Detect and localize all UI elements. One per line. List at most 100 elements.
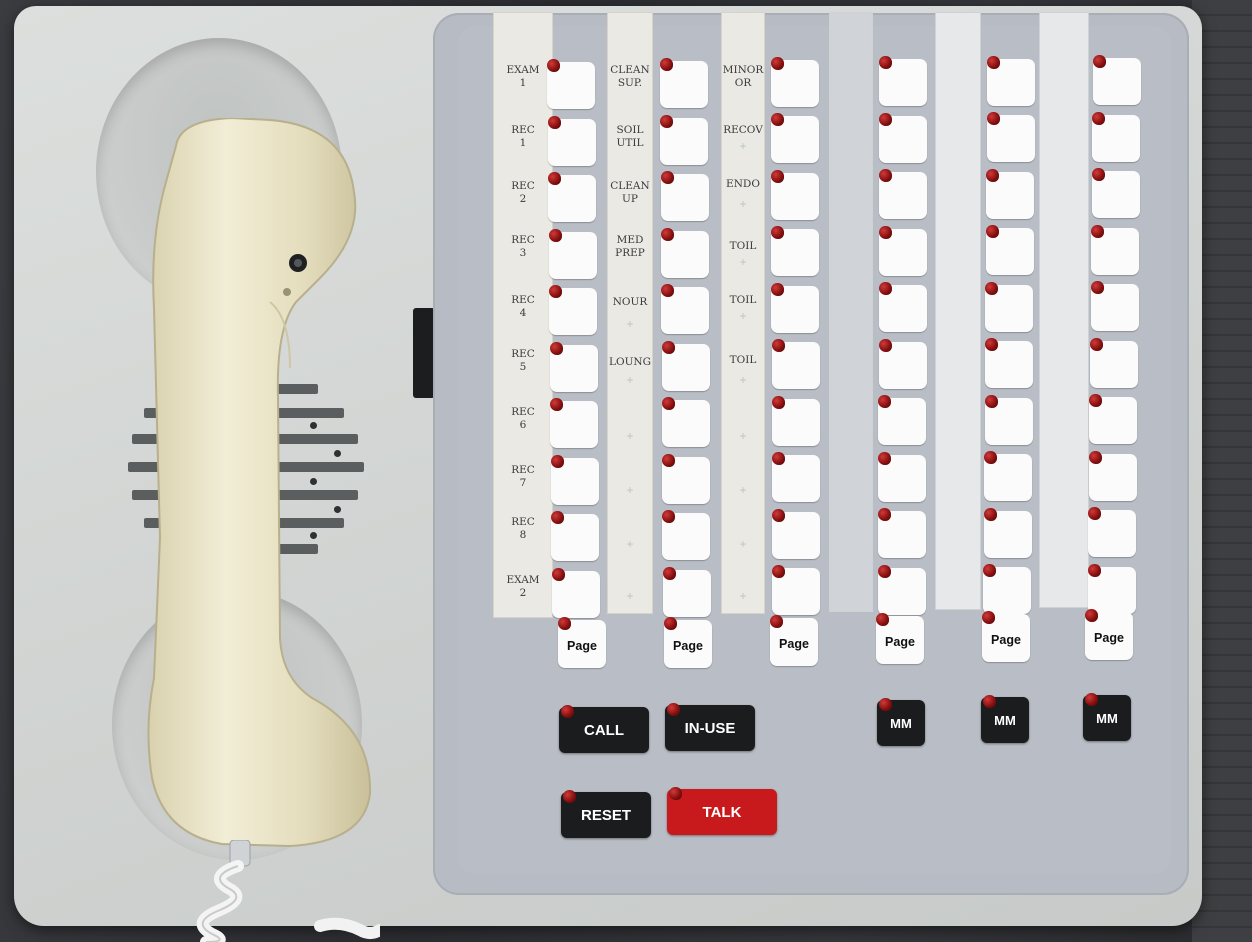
station-call-key[interactable] — [879, 56, 927, 107]
indicator-led — [771, 339, 785, 353]
station-call-key[interactable] — [548, 172, 596, 222]
station-label-toil: TOIL — [729, 240, 757, 252]
station-call-key[interactable] — [661, 397, 710, 448]
telephone-handset[interactable] — [140, 118, 380, 848]
station-call-key[interactable] — [547, 59, 595, 109]
page-key-5[interactable]: Page — [982, 611, 1030, 662]
station-call-key[interactable] — [987, 55, 1035, 106]
station-call-key[interactable] — [551, 511, 599, 561]
station-call-key[interactable] — [547, 115, 596, 166]
station-call-key[interactable] — [771, 282, 820, 333]
station-call-key[interactable] — [660, 227, 709, 278]
indicator-led — [1090, 281, 1104, 294]
station-call-key[interactable] — [1088, 450, 1137, 501]
page-key-3[interactable]: Page — [770, 615, 818, 666]
station-call-key[interactable] — [771, 113, 820, 164]
station-call-key[interactable] — [550, 454, 599, 505]
station-call-key[interactable] — [771, 452, 820, 503]
indicator-led — [878, 508, 892, 522]
page-key-1[interactable]: Page — [558, 617, 606, 668]
station-call-key[interactable] — [662, 566, 711, 617]
indicator-led — [878, 338, 892, 352]
station-call-key[interactable] — [1089, 394, 1138, 444]
indicator-led — [661, 340, 675, 354]
station-call-key[interactable] — [551, 567, 600, 618]
mm-button-label: MM — [1096, 710, 1118, 726]
reset-button-label: RESET — [580, 806, 631, 824]
station-call-key[interactable] — [1088, 507, 1137, 557]
indicator-led — [1088, 450, 1102, 464]
call-button[interactable]: CALL — [559, 705, 649, 753]
station-label-minor-or: MINOR OR — [722, 64, 764, 89]
station-call-key[interactable] — [1090, 281, 1139, 331]
station-call-key[interactable] — [983, 507, 1032, 558]
station-call-key[interactable] — [985, 281, 1034, 332]
station-call-key[interactable] — [771, 56, 819, 107]
station-call-key[interactable] — [1091, 168, 1140, 218]
station-call-key[interactable] — [771, 339, 820, 390]
station-call-key[interactable] — [878, 395, 927, 446]
station-call-key[interactable] — [878, 225, 927, 276]
station-label-exam-1: EXAM 1 — [506, 64, 540, 89]
hook-switch[interactable] — [413, 308, 435, 398]
station-call-key[interactable] — [878, 338, 927, 389]
station-call-key[interactable] — [983, 564, 1032, 615]
station-call-key[interactable] — [661, 340, 710, 391]
station-call-key[interactable] — [878, 508, 927, 559]
station-call-key[interactable] — [878, 451, 927, 502]
station-call-key[interactable] — [660, 114, 709, 165]
station-call-key[interactable] — [550, 398, 598, 448]
station-call-key[interactable] — [878, 564, 927, 615]
station-call-key[interactable] — [661, 284, 710, 335]
station-call-key[interactable] — [986, 168, 1035, 219]
station-call-key[interactable] — [984, 394, 1033, 445]
in-use-button[interactable]: IN-USE — [665, 703, 755, 751]
indicator-led — [661, 284, 675, 298]
indicator-led — [551, 511, 564, 524]
station-label-med-prep: MED PREP — [615, 234, 645, 259]
station-call-key[interactable] — [1093, 55, 1141, 105]
page-key-4[interactable]: Page — [876, 613, 924, 664]
station-call-key[interactable] — [986, 112, 1035, 163]
station-call-key[interactable] — [1091, 224, 1140, 275]
station-call-key[interactable] — [549, 341, 598, 392]
station-call-key[interactable] — [985, 225, 1034, 276]
station-call-key[interactable] — [662, 510, 711, 561]
indicator-led — [987, 55, 1000, 69]
station-call-key[interactable] — [878, 112, 927, 163]
station-call-key[interactable] — [984, 451, 1033, 502]
mm-button-1[interactable]: MM — [877, 698, 925, 746]
station-call-key[interactable] — [1092, 111, 1141, 162]
station-call-key[interactable] — [660, 171, 709, 222]
talk-button[interactable]: TALK — [667, 787, 777, 835]
indicator-led — [983, 564, 997, 578]
station-call-key[interactable] — [1090, 337, 1138, 388]
reset-button[interactable]: RESET — [561, 790, 651, 838]
mm-button-3[interactable]: MM — [1083, 693, 1131, 741]
mm-button-2[interactable]: MM — [981, 695, 1029, 743]
plus-mark: + — [739, 309, 747, 323]
station-call-key[interactable] — [771, 226, 820, 277]
station-call-key[interactable] — [771, 508, 820, 559]
indicator-led — [771, 452, 785, 466]
indicator-led — [984, 451, 998, 465]
station-call-key[interactable] — [660, 58, 708, 109]
station-call-key[interactable] — [878, 282, 927, 333]
plus-mark: + — [626, 589, 634, 603]
indicator-led — [878, 395, 892, 409]
page-key-2[interactable]: Page — [664, 617, 712, 668]
page-key-6[interactable]: Page — [1085, 609, 1133, 660]
indicator-led — [548, 228, 562, 242]
station-call-key[interactable] — [771, 169, 820, 220]
station-call-key[interactable] — [985, 338, 1033, 389]
station-call-key[interactable] — [549, 285, 597, 335]
station-call-key[interactable] — [662, 453, 711, 504]
indicator-led — [985, 281, 999, 295]
station-call-key[interactable] — [1087, 563, 1136, 614]
station-call-key[interactable] — [771, 565, 820, 616]
station-call-key[interactable] — [771, 395, 820, 446]
station-call-key[interactable] — [548, 228, 597, 279]
indicator-led — [664, 617, 677, 630]
mm-button-label: MM — [994, 712, 1016, 728]
station-call-key[interactable] — [878, 169, 927, 220]
